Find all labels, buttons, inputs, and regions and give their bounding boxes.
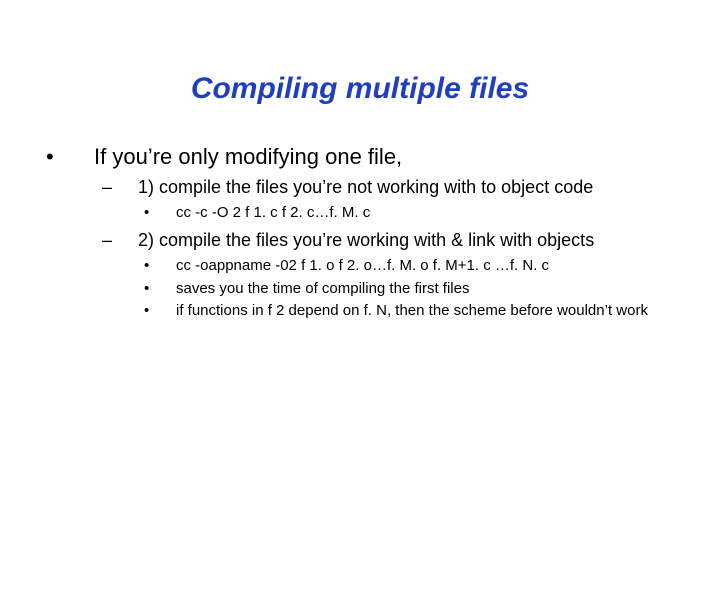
bullet-icon: • (70, 144, 94, 170)
list-item: •cc -oappname -02 f 1. o f 2. o…f. M. o … (160, 256, 670, 276)
bullet-icon: • (160, 279, 176, 299)
bullet-icon: • (160, 256, 176, 276)
list-item: –1) compile the files you’re not working… (120, 176, 670, 199)
dash-icon: – (120, 176, 138, 199)
list-text: saves you the time of compiling the firs… (176, 280, 469, 297)
list-text: If you’re only modifying one file, (94, 144, 402, 169)
slide-title: Compiling multiple files (0, 72, 720, 106)
slide: Compiling multiple files •If you’re only… (0, 72, 720, 612)
list-item: –2) compile the files you’re working wit… (120, 229, 670, 252)
list-text: cc -oappname -02 f 1. o f 2. o…f. M. o f… (176, 257, 549, 274)
list-text: cc -c -O 2 f 1. c f 2. c…f. M. c (176, 204, 370, 221)
list-item: •if functions in f 2 depend on f. N, the… (160, 301, 670, 321)
dash-icon: – (120, 229, 138, 252)
list-item: •saves you the time of compiling the fir… (160, 279, 670, 299)
list-text: if functions in f 2 depend on f. N, then… (176, 302, 648, 319)
list-item: •If you’re only modifying one file, (70, 144, 670, 170)
list-item: •cc -c -O 2 f 1. c f 2. c…f. M. c (160, 203, 670, 223)
list-text: 1) compile the files you’re not working … (138, 177, 593, 197)
bullet-icon: • (160, 203, 176, 223)
list-text: 2) compile the files you’re working with… (138, 230, 594, 250)
bullet-icon: • (160, 301, 176, 321)
